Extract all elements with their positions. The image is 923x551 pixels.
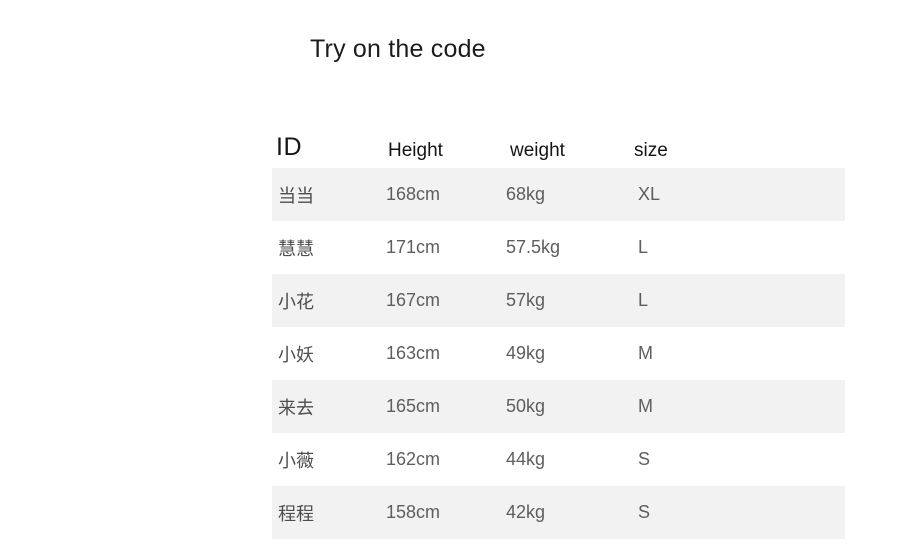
cell-size: S — [630, 486, 845, 539]
cell-weight: 68kg — [506, 168, 630, 221]
cell-height: 168cm — [382, 168, 506, 221]
cell-size: M — [630, 380, 845, 433]
column-header-weight: weight — [506, 130, 630, 168]
table-row: 程程 158cm 42kg S — [272, 486, 845, 539]
page-root: Try on the code ID Height weight size 当当… — [0, 0, 923, 551]
page-title: Try on the code — [310, 35, 486, 63]
cell-height-value: 158cm — [386, 502, 441, 522]
cell-weight-value: 57.5kg — [506, 237, 561, 257]
cell-size: M — [630, 327, 845, 380]
cell-weight-value: 50kg — [506, 396, 546, 416]
table-row: 小花 167cm 57kg L — [272, 274, 845, 327]
cell-size-value: M — [638, 396, 653, 416]
cell-id: 小花 — [278, 291, 314, 312]
cell-height-value: 168cm — [386, 184, 441, 204]
cell-weight: 49kg — [506, 327, 630, 380]
cell-size-value: M — [638, 343, 653, 363]
cell-size: L — [630, 221, 845, 274]
cell-weight-value: 42kg — [506, 502, 546, 522]
cell-height: 162cm — [382, 433, 506, 486]
cell-weight-value: 44kg — [506, 449, 546, 469]
cell-weight: 42kg — [506, 486, 630, 539]
cell-id: 小妖 — [278, 344, 314, 365]
cell-size-value: L — [638, 290, 649, 310]
cell-height: 171cm — [382, 221, 506, 274]
table-body: 当当 168cm 68kg XL 慧慧 171cm 57.5kg L 小花 16… — [272, 168, 845, 539]
cell-weight: 57kg — [506, 274, 630, 327]
cell-size-value: XL — [638, 184, 661, 204]
cell-size-value: L — [638, 237, 649, 257]
table-row: 当当 168cm 68kg XL — [272, 168, 845, 221]
table-row: 来去 165cm 50kg M — [272, 380, 845, 433]
cell-height-value: 162cm — [386, 449, 441, 469]
cell-weight-value: 57kg — [506, 290, 546, 310]
cell-height-value: 171cm — [386, 237, 441, 257]
cell-weight: 57.5kg — [506, 221, 630, 274]
cell-id: 小薇 — [278, 450, 314, 471]
cell-size: XL — [630, 168, 845, 221]
column-header-height: Height — [382, 130, 506, 168]
column-header-id: ID — [272, 130, 382, 168]
cell-height-value: 167cm — [386, 290, 441, 310]
column-header-size: size — [630, 130, 845, 168]
table-row: 慧慧 171cm 57.5kg L — [272, 221, 845, 274]
cell-height: 158cm — [382, 486, 506, 539]
cell-size: L — [630, 274, 845, 327]
cell-weight: 50kg — [506, 380, 630, 433]
cell-id: 程程 — [278, 503, 314, 524]
cell-height: 163cm — [382, 327, 506, 380]
cell-weight: 44kg — [506, 433, 630, 486]
cell-weight-value: 68kg — [506, 184, 546, 204]
cell-height-value: 163cm — [386, 343, 441, 363]
cell-height: 165cm — [382, 380, 506, 433]
table-header-row: ID Height weight size — [272, 130, 845, 168]
cell-size-value: S — [638, 449, 651, 469]
cell-size: S — [630, 433, 845, 486]
cell-weight-value: 49kg — [506, 343, 546, 363]
table-row: 小妖 163cm 49kg M — [272, 327, 845, 380]
cell-height: 167cm — [382, 274, 506, 327]
cell-id: 慧慧 — [278, 238, 314, 259]
cell-id: 当当 — [278, 185, 314, 206]
size-chart-table: ID Height weight size 当当 168cm 68kg XL 慧… — [272, 130, 845, 539]
cell-height-value: 165cm — [386, 396, 441, 416]
table-header: ID Height weight size — [272, 130, 845, 168]
cell-id: 来去 — [278, 397, 314, 418]
table-row: 小薇 162cm 44kg S — [272, 433, 845, 486]
cell-size-value: S — [638, 502, 651, 522]
